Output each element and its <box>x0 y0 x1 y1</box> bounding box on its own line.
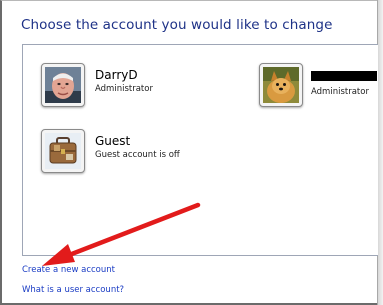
dog-avatar <box>259 63 303 107</box>
man-face-avatar <box>41 63 85 107</box>
redacted-account-name <box>311 71 377 81</box>
account-role: Administrator <box>311 87 369 97</box>
account-role: Administrator <box>95 84 153 94</box>
account-name: DarryD <box>95 68 138 82</box>
account-role: Guest account is off <box>95 150 180 160</box>
suitcase-avatar <box>41 129 85 173</box>
create-new-account-link[interactable]: Create a new account <box>22 265 115 275</box>
page-title: Choose the account you would like to cha… <box>21 17 333 33</box>
account-tile-darryd[interactable]: DarryD Administrator <box>41 63 221 109</box>
account-tile-guest[interactable]: Guest Guest account is off <box>41 129 241 175</box>
man-face-icon <box>45 67 81 103</box>
dog-icon <box>263 67 299 103</box>
account-tile-redacted[interactable]: Administrator <box>259 63 379 109</box>
suitcase-icon <box>45 133 81 169</box>
what-is-user-account-link[interactable]: What is a user account? <box>22 285 124 295</box>
accounts-panel: DarryD Administrator Administrator Guest… <box>22 44 378 256</box>
account-name: Guest <box>95 134 131 148</box>
